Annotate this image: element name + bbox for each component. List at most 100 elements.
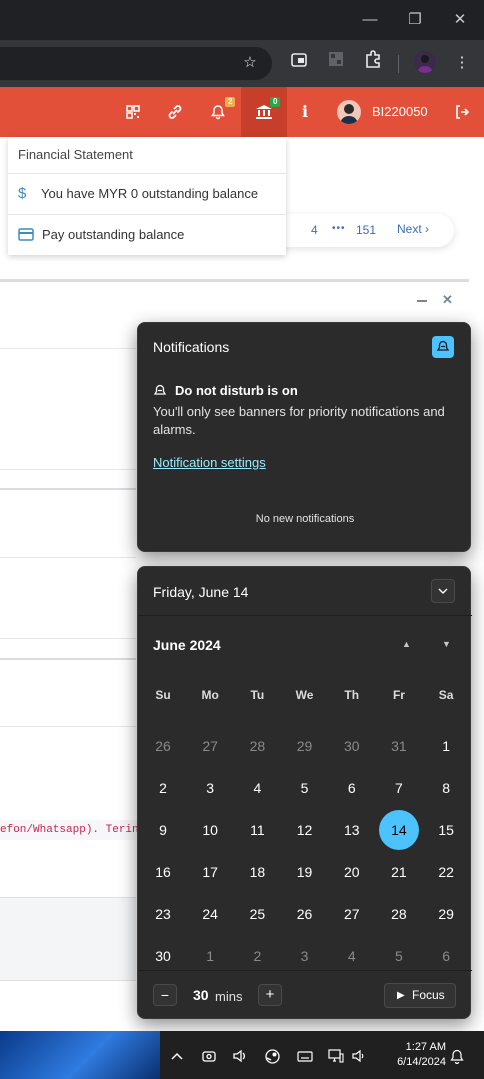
- minimize-icon[interactable]: —: [360, 10, 380, 30]
- pay-balance-item[interactable]: Pay outstanding balance: [8, 214, 286, 254]
- toolbar-divider: [398, 55, 399, 73]
- calendar-day[interactable]: 9: [141, 809, 185, 851]
- calendar-day[interactable]: 25: [235, 893, 279, 935]
- balance-label: You have MYR 0 outstanding balance: [41, 186, 259, 201]
- steam-icon[interactable]: [257, 1031, 287, 1079]
- calendar-day[interactable]: 23: [141, 893, 185, 935]
- calendar-day[interactable]: 2: [141, 767, 185, 809]
- increase-focus-button[interactable]: +: [258, 984, 282, 1006]
- show-hidden-icons-icon[interactable]: [162, 1031, 192, 1079]
- pagination-ellipsis: •••: [332, 223, 346, 234]
- extension-disabled-icon[interactable]: [323, 50, 349, 76]
- notification-count-badge: 2: [225, 97, 236, 107]
- calendar-day[interactable]: 6: [330, 767, 374, 809]
- profile-icon[interactable]: [414, 51, 436, 73]
- bell-icon[interactable]: [198, 87, 238, 137]
- calendar-day[interactable]: 26: [141, 725, 185, 767]
- focus-button[interactable]: ▶ Focus: [384, 983, 456, 1008]
- link-icon[interactable]: [155, 87, 195, 137]
- restore-icon[interactable]: ❐: [405, 10, 425, 30]
- calendar-day[interactable]: 15: [424, 809, 468, 851]
- notification-center-icon[interactable]: [442, 1031, 472, 1079]
- volume-icon[interactable]: [344, 1031, 374, 1079]
- calendar-day[interactable]: 29: [283, 725, 327, 767]
- card-top-border: [0, 279, 469, 282]
- calendar-day[interactable]: 10: [188, 809, 232, 851]
- remove-icon[interactable]: ✕: [442, 292, 453, 308]
- calendar-day[interactable]: 17: [188, 851, 232, 893]
- calendar-day[interactable]: 16: [141, 851, 185, 893]
- weekday-label: We: [295, 688, 314, 702]
- calendar-day[interactable]: 4: [235, 767, 279, 809]
- next-page-link[interactable]: Next ›: [397, 222, 429, 236]
- close-icon[interactable]: ✕: [450, 10, 470, 30]
- qr-code-icon[interactable]: [113, 87, 153, 137]
- previous-month-icon[interactable]: ▲: [402, 639, 411, 649]
- calendar-day[interactable]: 29: [424, 893, 468, 935]
- calendar-day[interactable]: 31: [377, 725, 421, 767]
- avatar[interactable]: [337, 100, 361, 124]
- keyboard-icon[interactable]: [290, 1031, 320, 1079]
- bank-icon[interactable]: [244, 87, 284, 137]
- app-tray-icon[interactable]: [194, 1031, 224, 1079]
- calendar-day[interactable]: 1: [424, 725, 468, 767]
- calendar-day[interactable]: 14: [377, 809, 421, 851]
- calendar-date-header: Friday, June 14: [153, 584, 249, 600]
- logout-icon[interactable]: [442, 87, 482, 137]
- calendar-day[interactable]: 27: [330, 893, 374, 935]
- calendar-day[interactable]: 12: [283, 809, 327, 851]
- divider: [0, 557, 136, 558]
- speaker-icon[interactable]: [225, 1031, 255, 1079]
- divider: [0, 348, 136, 349]
- calendar-day[interactable]: 11: [235, 809, 279, 851]
- calendar-month-label[interactable]: June 2024: [153, 637, 221, 653]
- week-row: 16 17 18 19 20 21 22: [141, 851, 468, 893]
- dnd-toggle-button[interactable]: [432, 336, 454, 358]
- dnd-description: You'll only see banners for priority not…: [153, 404, 445, 437]
- card-top-border: [0, 488, 136, 490]
- calendar-day[interactable]: 26: [283, 893, 327, 935]
- calendar-day[interactable]: 27: [188, 725, 232, 767]
- no-notifications-text: No new notifications: [255, 513, 355, 525]
- address-bar[interactable]: [0, 47, 272, 80]
- page-link-last[interactable]: 151: [356, 223, 376, 237]
- calendar-day[interactable]: 8: [424, 767, 468, 809]
- collapse-icon[interactable]: [417, 300, 427, 302]
- collapse-calendar-button[interactable]: [431, 579, 455, 603]
- calendar-day[interactable]: 28: [377, 893, 421, 935]
- play-icon: ▶: [397, 990, 405, 1001]
- media-icon[interactable]: [286, 50, 312, 76]
- calendar-day[interactable]: 30: [330, 725, 374, 767]
- financial-count-badge: 0: [270, 97, 281, 107]
- username[interactable]: BI220050: [372, 87, 428, 137]
- calendar-day[interactable]: 7: [377, 767, 421, 809]
- week-row: 23 24 25 26 27 28 29: [141, 893, 468, 935]
- calendar-day[interactable]: 24: [188, 893, 232, 935]
- focus-duration-value: 30: [193, 987, 209, 1003]
- weeks: 26 27 28 29 30 31 1 2 3 4 5 6 7 8 9 10 11 12 13 14 15 16 17 18 1…: [141, 725, 468, 977]
- decrease-focus-button[interactable]: −: [153, 984, 177, 1006]
- balance-item[interactable]: $ You have MYR 0 outstanding balance: [8, 173, 286, 213]
- star-icon[interactable]: ☆: [237, 50, 263, 76]
- page-link-4[interactable]: 4: [311, 223, 318, 237]
- calendar-day[interactable]: 28: [235, 725, 279, 767]
- calendar-day[interactable]: 20: [330, 851, 374, 893]
- menu-icon[interactable]: ⋮: [449, 50, 475, 76]
- calendar-day[interactable]: 5: [283, 767, 327, 809]
- calendar-day[interactable]: 19: [283, 851, 327, 893]
- info-icon[interactable]: i: [285, 87, 325, 137]
- calendar-panel: Friday, June 14 June 2024 ▲ ▼ Su Mo Tu We Th…: [137, 566, 472, 1019]
- calendar-day[interactable]: 3: [188, 767, 232, 809]
- notification-settings-link[interactable]: Notification settings: [153, 455, 266, 470]
- divider: [0, 638, 136, 639]
- taskbar-clock[interactable]: 1:27 AM 6/14/2024: [382, 1040, 446, 1070]
- next-month-icon[interactable]: ▼: [442, 639, 451, 649]
- pay-balance-label: Pay outstanding balance: [42, 227, 185, 242]
- calendar-day[interactable]: 13: [330, 809, 374, 851]
- notifications-panel: Notifications Do not disturb is on You'l…: [137, 322, 471, 552]
- calendar-day[interactable]: 21: [377, 851, 421, 893]
- calendar-day[interactable]: 18: [235, 851, 279, 893]
- extensions-icon[interactable]: [360, 50, 386, 76]
- calendar-day[interactable]: 22: [424, 851, 468, 893]
- financial-dropdown: Financial Statement $ You have MYR 0 out…: [8, 137, 286, 255]
